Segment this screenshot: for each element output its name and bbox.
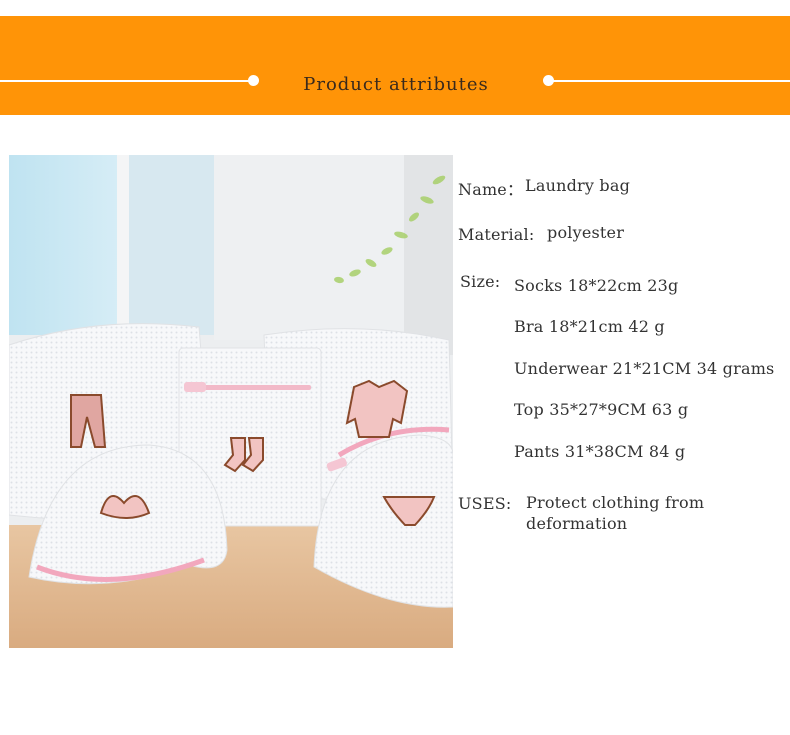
uses-value: Protect clothing from deformation: [526, 493, 705, 533]
size-label: Size:: [460, 272, 501, 291]
product-photo: [9, 155, 453, 648]
banner-title: Product attributes: [303, 74, 489, 95]
size-item: Socks 18*22cm 23g: [514, 276, 679, 295]
size-item: Underwear 21*21CM 34 grams: [514, 359, 775, 378]
uses-label: USES:: [458, 494, 512, 513]
material-label: Material:: [458, 225, 535, 244]
material-value: polyester: [547, 223, 625, 242]
section-banner: Product attributes: [0, 16, 790, 115]
name-value: Laundry bag: [525, 176, 631, 195]
size-item: Bra 18*21cm 42 g: [514, 317, 665, 336]
size-item: Pants 31*38CM 84 g: [514, 442, 686, 461]
size-item: Top 35*27*9CM 63 g: [514, 400, 689, 419]
name-label: Name：: [458, 180, 524, 199]
banner-right-line: [548, 80, 790, 82]
